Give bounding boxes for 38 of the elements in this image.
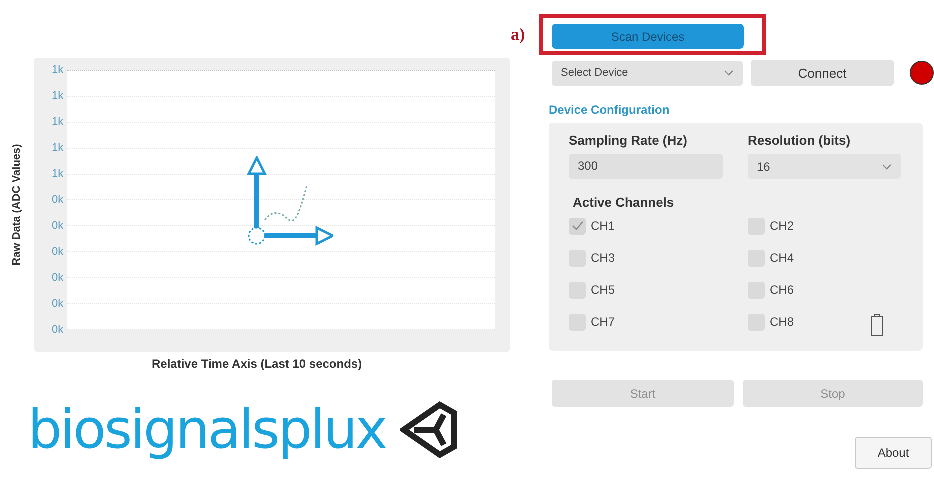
y-tick-label: 0k (51, 219, 65, 233)
y-axis-title: Raw Data (ADC Values) (11, 144, 23, 266)
cube-logo-icon (400, 401, 460, 459)
channel-label: CH3 (591, 251, 616, 265)
y-tick-label: 1k (51, 115, 65, 129)
resolution-select[interactable]: 16 (748, 154, 901, 179)
field-label: Resolution (bits) (748, 133, 852, 148)
channel-label: CH4 (770, 251, 794, 265)
battery-icon (871, 314, 884, 336)
device-select[interactable]: Select Device (552, 60, 743, 86)
channel-label: CH6 (770, 283, 794, 297)
sampling-rate-field[interactable]: 300 (569, 154, 723, 179)
section-title: Device Configuration (549, 103, 671, 117)
channel-label: CH5 (591, 283, 616, 297)
chevron-icon (724, 70, 734, 76)
check-icon (572, 221, 584, 231)
x-axis-title: Relative Time Axis (Last 10 seconds) (151, 357, 364, 371)
checkbox[interactable] (569, 218, 586, 234)
channel-label: CH2 (770, 219, 794, 233)
y-tick-label: 1k (51, 141, 65, 155)
section-title: Active Channels (573, 195, 676, 210)
logo-text: biosignalsplux (28, 402, 386, 458)
y-tick-label: 0k (51, 245, 65, 259)
y-tick-label: 1k (51, 167, 65, 181)
field-label: Sampling Rate (Hz) (569, 133, 688, 148)
chevron-icon (882, 164, 892, 170)
channel-label: CH7 (591, 315, 616, 329)
y-tick-label: 1k (51, 63, 65, 77)
y-tick-label: 0k (51, 193, 65, 207)
y-tick-label: 0k (51, 323, 65, 337)
y-tick-label: 1k (51, 89, 65, 103)
y-tick-label: 0k (51, 297, 65, 311)
about-button[interactable]: About (855, 437, 932, 469)
channel-label: CH1 (591, 219, 616, 233)
channel-label: CH8 (770, 315, 794, 329)
y-tick-label: 0k (51, 271, 65, 285)
annotation-label: a) (511, 24, 526, 44)
connect-button[interactable]: Connect (751, 60, 894, 86)
